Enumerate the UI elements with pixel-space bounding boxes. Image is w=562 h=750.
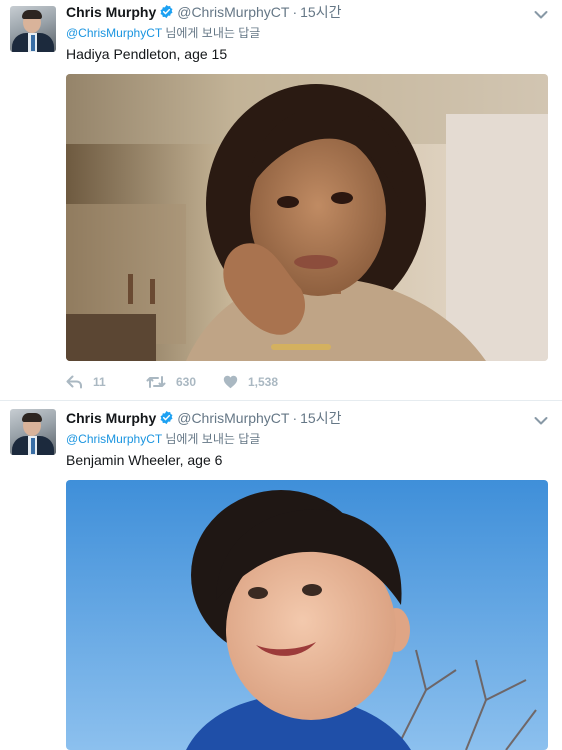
reply-context-text: 님에게 보내는 답글: [161, 26, 261, 40]
author-handle[interactable]: @ChrisMurphyCT: [177, 4, 289, 20]
reply-count: 11: [93, 375, 106, 389]
retweet-count: 630: [176, 375, 197, 389]
reply-mention-link[interactable]: @ChrisMurphyCT: [66, 432, 162, 446]
reply-icon: [66, 375, 83, 389]
like-button[interactable]: 1,538: [223, 373, 278, 391]
tweet-header: Chris Murphy @ChrisMurphyCT · 15시간: [66, 2, 341, 22]
chevron-down-icon[interactable]: [534, 413, 548, 425]
retweet-icon: [146, 375, 166, 389]
chevron-down-icon[interactable]: [534, 7, 548, 19]
like-count: 1,538: [248, 375, 279, 389]
reply-context-text: 님에게 보내는 답글: [161, 432, 261, 446]
avatar[interactable]: [10, 6, 56, 52]
verified-badge-icon: [159, 4, 174, 24]
tweet-text: Hadiya Pendleton, age 15: [66, 46, 228, 62]
separator-dot: ·: [292, 4, 298, 20]
tweet-photo[interactable]: [66, 480, 548, 750]
tweet[interactable]: Chris Murphy @ChrisMurphyCT · 15시간 @ChrisMu…: [0, 401, 562, 750]
tweet-timestamp[interactable]: 15시간: [300, 410, 341, 426]
verified-badge-icon: [159, 410, 174, 430]
reply-context: @ChrisMurphyCT 님에게 보내는 답글: [66, 431, 260, 447]
author-name[interactable]: Chris Murphy: [66, 410, 156, 426]
retweet-button[interactable]: 630: [146, 373, 196, 391]
heart-icon: [223, 375, 238, 389]
author-handle[interactable]: @ChrisMurphyCT: [177, 410, 289, 426]
reply-mention-link[interactable]: @ChrisMurphyCT: [66, 26, 162, 40]
tweet-photo[interactable]: [66, 74, 548, 361]
tweet-text: Benjamin Wheeler, age 6: [66, 452, 223, 468]
tweet-header: Chris Murphy @ChrisMurphyCT · 15시간: [66, 408, 341, 428]
reply-button[interactable]: 11: [66, 373, 106, 391]
reply-context: @ChrisMurphyCT 님에게 보내는 답글: [66, 25, 260, 41]
separator-dot: ·: [292, 410, 298, 426]
author-name[interactable]: Chris Murphy: [66, 4, 156, 20]
tweet[interactable]: Chris Murphy @ChrisMurphyCT · 15시간 @ChrisMu…: [0, 0, 562, 401]
tweet-timestamp[interactable]: 15시간: [300, 4, 341, 20]
avatar[interactable]: [10, 409, 56, 455]
